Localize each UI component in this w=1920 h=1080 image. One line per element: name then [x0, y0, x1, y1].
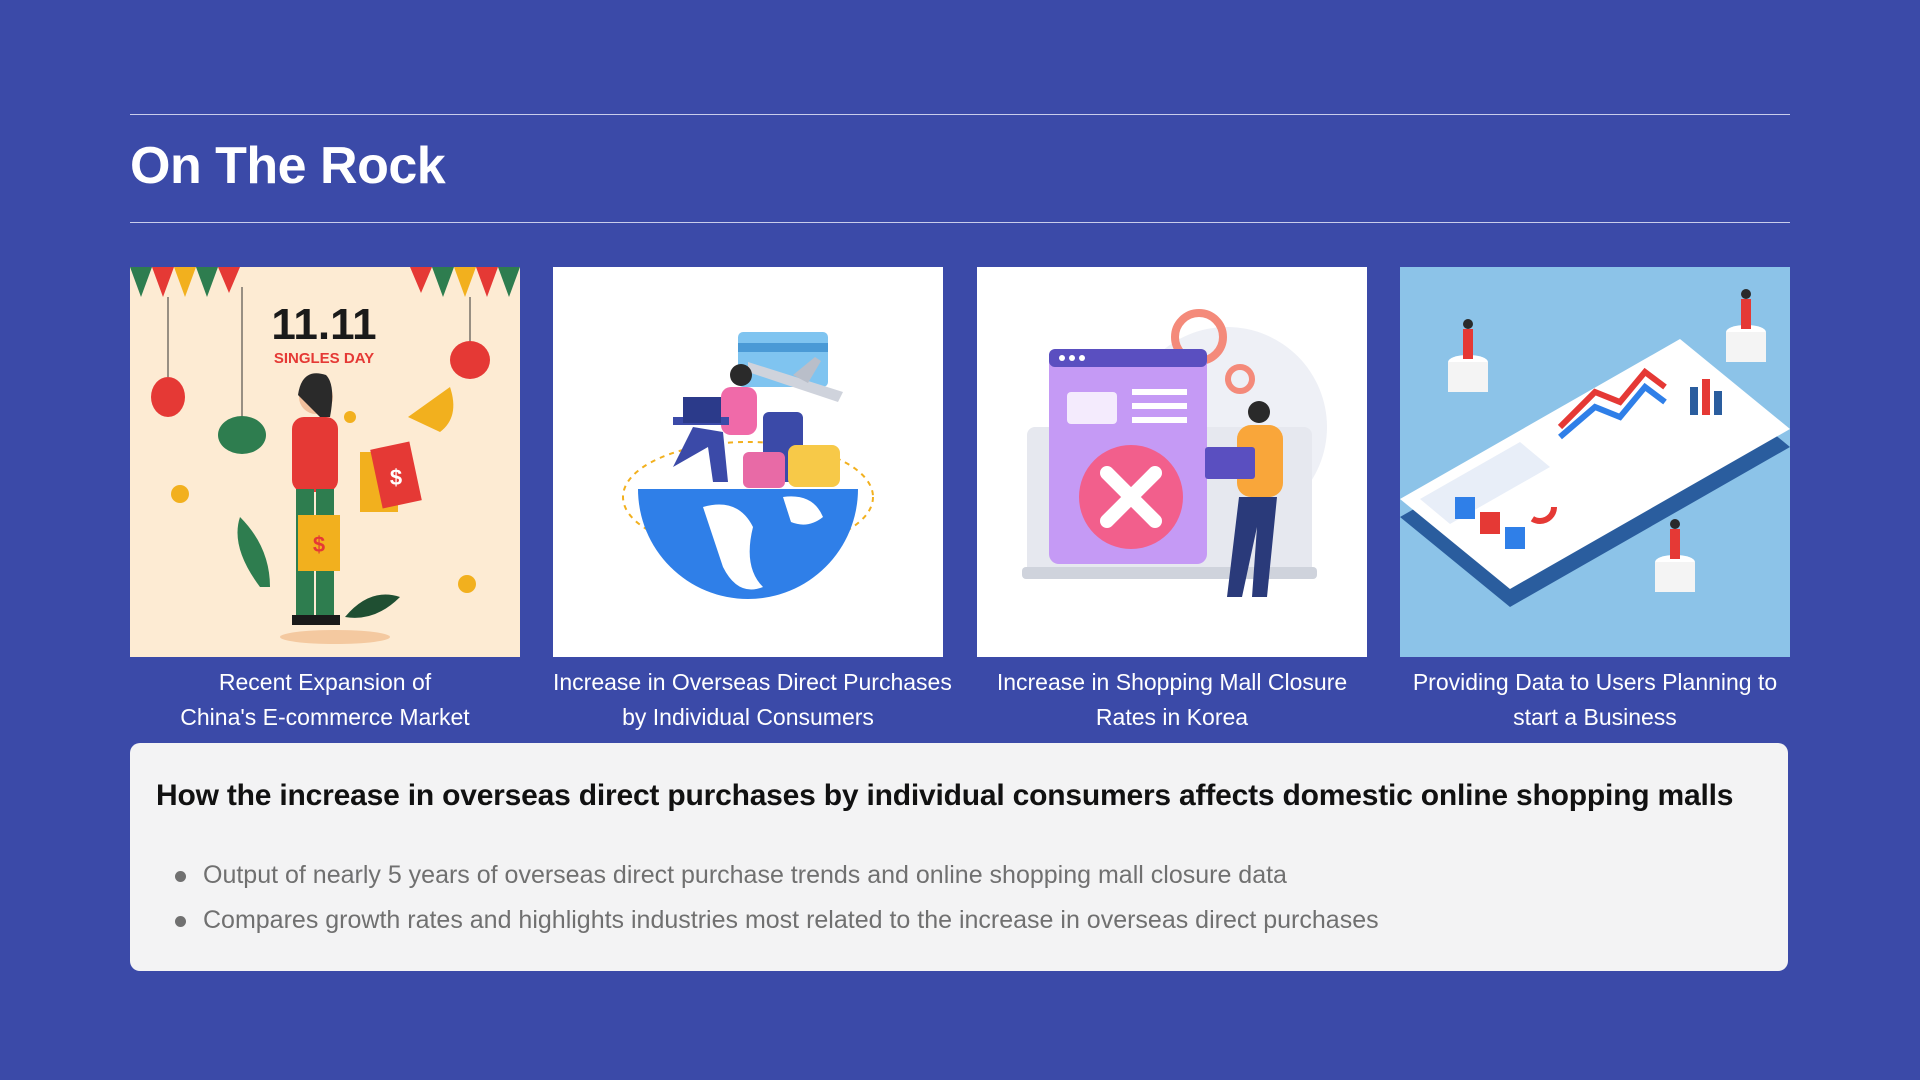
dashboard-icon: [1400, 267, 1790, 657]
page-title: On The Rock: [130, 137, 446, 195]
svg-text:$: $: [313, 532, 325, 557]
close-icon: [977, 267, 1367, 657]
card-overseas-purchases[interactable]: Increase in Overseas Direct Purchases by…: [553, 267, 952, 735]
list-item: Output of nearly 5 years of overseas dir…: [175, 853, 1379, 898]
closed-store-illustration: [977, 267, 1367, 657]
card-caption: Recent Expansion of China's E-commerce M…: [180, 669, 470, 730]
card-caption: Increase in Overseas Direct Purchases by…: [553, 669, 952, 730]
svg-text:$: $: [390, 465, 402, 490]
card-business-data[interactable]: Providing Data to Users Planning to star…: [1400, 267, 1790, 735]
card-caption: Increase in Shopping Mall Closure Rates …: [996, 669, 1348, 730]
title-divider: [130, 222, 1790, 223]
card-caption: Providing Data to Users Planning to star…: [1412, 669, 1778, 730]
detail-heading: How the increase in overseas direct purc…: [156, 779, 1734, 812]
travel-globe-illustration: [553, 267, 943, 657]
globe-icon: [553, 267, 943, 657]
bullet-icon: [175, 916, 186, 927]
svg-text:11.11: 11.11: [271, 300, 376, 349]
singles-day-illustration: 11.11 SINGLES DAY $ $: [130, 267, 520, 657]
slide: On The Rock 11.11 SINGLES DAY $ $ Recent…: [0, 0, 1920, 1080]
list-item: Compares growth rates and highlights ind…: [175, 898, 1379, 943]
detail-panel: How the increase in overseas direct purc…: [130, 743, 1788, 971]
detail-bullet-list: Output of nearly 5 years of overseas dir…: [175, 853, 1379, 943]
isometric-dashboard-illustration: [1400, 267, 1790, 657]
svg-text:SINGLES DAY: SINGLES DAY: [274, 350, 374, 367]
card-china-ecommerce[interactable]: 11.11 SINGLES DAY $ $ Recent Expansion o…: [130, 267, 520, 735]
shopping-woman-icon: 11.11 SINGLES DAY $ $: [130, 267, 520, 657]
card-row: 11.11 SINGLES DAY $ $ Recent Expansion o…: [130, 267, 1790, 737]
bullet-icon: [175, 871, 186, 882]
card-mall-closure[interactable]: Increase in Shopping Mall Closure Rates …: [977, 267, 1367, 735]
top-divider: [130, 114, 1790, 115]
